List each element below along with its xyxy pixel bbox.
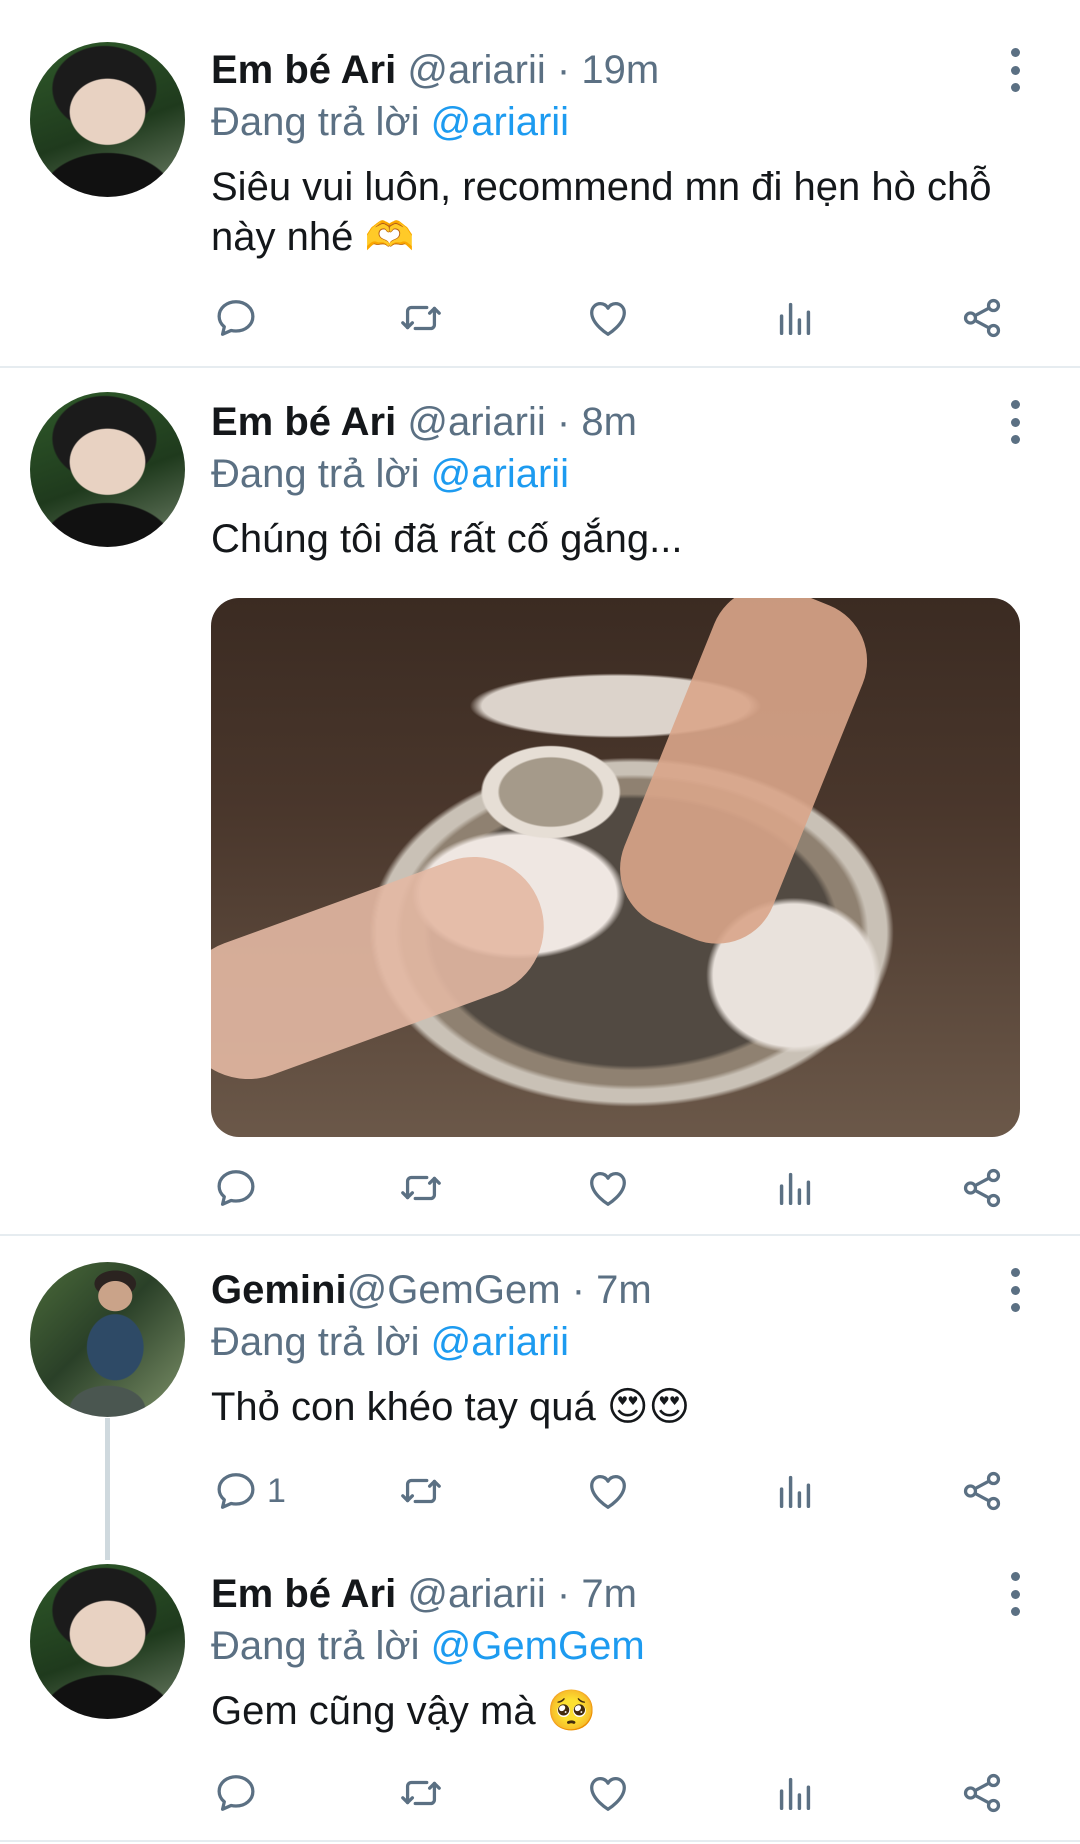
replying-label: Đang trả lời xyxy=(211,1320,420,1364)
share-button[interactable] xyxy=(959,1163,1005,1213)
tweet-actions: 1 xyxy=(211,1466,1011,1516)
user-handle[interactable]: @GemGem xyxy=(347,1268,561,1312)
replying-to: Đang trả lời @ariarii xyxy=(211,98,569,146)
timestamp[interactable]: 7m xyxy=(596,1268,652,1312)
share-button[interactable] xyxy=(959,293,1005,343)
tweet-text: Siêu vui luôn, recommend mn đi hẹn hò ch… xyxy=(211,165,992,259)
replying-to: Đang trả lời @GemGem xyxy=(211,1622,645,1670)
tweet-text: Chúng tôi đã rất cố gắng... xyxy=(211,517,683,561)
retweet-button[interactable] xyxy=(398,1466,444,1516)
tweet-header: Em bé Ari @ariarii · 8m xyxy=(211,398,637,446)
like-icon xyxy=(585,1770,631,1816)
share-icon xyxy=(959,1468,1005,1514)
display-name[interactable]: Gemini xyxy=(211,1268,347,1312)
timestamp[interactable]: 8m xyxy=(581,400,637,444)
divider xyxy=(0,1840,1080,1842)
tweet[interactable]: Em bé Ari @ariarii · 19m Đang trả lời @a… xyxy=(0,0,1080,366)
user-handle[interactable]: @ariarii xyxy=(407,48,545,92)
share-icon xyxy=(959,1770,1005,1816)
reply-icon xyxy=(213,1468,259,1514)
tweet-actions xyxy=(211,1768,1011,1818)
analytics-button[interactable] xyxy=(772,293,818,343)
separator-dot: · xyxy=(571,1268,586,1312)
like-button[interactable] xyxy=(585,1466,631,1516)
reply-button[interactable] xyxy=(213,1768,267,1818)
replying-to-mention[interactable]: @ariarii xyxy=(431,452,569,496)
tweet-actions xyxy=(211,293,1011,343)
replying-label: Đang trả lời xyxy=(211,452,420,496)
reply-count: 1 xyxy=(267,1471,286,1510)
like-icon xyxy=(585,295,631,341)
display-name[interactable]: Em bé Ari xyxy=(211,48,396,92)
more-icon[interactable] xyxy=(1006,400,1024,444)
more-icon[interactable] xyxy=(1006,48,1024,92)
replying-to-mention[interactable]: @GemGem xyxy=(431,1624,645,1668)
reply-button[interactable]: 1 xyxy=(213,1466,286,1516)
avatar[interactable] xyxy=(30,392,185,547)
avatar[interactable] xyxy=(30,42,185,197)
share-button[interactable] xyxy=(959,1466,1005,1516)
replying-to-mention[interactable]: @ariarii xyxy=(431,1320,569,1364)
replying-label: Đang trả lời xyxy=(211,1624,420,1668)
analytics-icon xyxy=(772,1165,818,1211)
retweet-icon xyxy=(398,1165,444,1211)
avatar[interactable] xyxy=(30,1564,185,1719)
reply-button[interactable] xyxy=(213,293,267,343)
like-icon xyxy=(585,1468,631,1514)
separator-dot: · xyxy=(556,48,571,92)
tweet[interactable]: Gemini@GemGem · 7m Đang trả lời @ariarii… xyxy=(0,1236,1080,1540)
like-icon xyxy=(585,1165,631,1211)
user-handle[interactable]: @ariarii xyxy=(407,400,545,444)
like-button[interactable] xyxy=(585,1163,631,1213)
display-name[interactable]: Em bé Ari xyxy=(211,1572,396,1616)
analytics-icon xyxy=(772,1468,818,1514)
analytics-icon xyxy=(772,295,818,341)
analytics-button[interactable] xyxy=(772,1163,818,1213)
retweet-icon xyxy=(398,1770,444,1816)
retweet-icon xyxy=(398,295,444,341)
reply-icon xyxy=(213,1770,259,1816)
retweet-button[interactable] xyxy=(398,293,444,343)
tweet-text: Gem cũng vậy mà 🥺 xyxy=(211,1689,597,1733)
user-handle[interactable]: @ariarii xyxy=(407,1572,545,1616)
replying-to-mention[interactable]: @ariarii xyxy=(431,100,569,144)
reply-icon xyxy=(213,295,259,341)
more-icon[interactable] xyxy=(1006,1572,1024,1616)
share-icon xyxy=(959,1165,1005,1211)
photo-arm-shape xyxy=(211,837,564,1099)
photo-arm-shape xyxy=(601,598,886,962)
reply-icon xyxy=(213,1165,259,1211)
like-button[interactable] xyxy=(585,1768,631,1818)
display-name[interactable]: Em bé Ari xyxy=(211,400,396,444)
tweet-header: Gemini@GemGem · 7m xyxy=(211,1266,652,1314)
replying-to: Đang trả lời @ariarii xyxy=(211,450,569,498)
tweet-header: Em bé Ari @ariarii · 7m xyxy=(211,1570,637,1618)
separator-dot: · xyxy=(556,1572,571,1616)
timestamp[interactable]: 7m xyxy=(581,1572,637,1616)
tweet-header: Em bé Ari @ariarii · 19m xyxy=(211,46,659,94)
share-button[interactable] xyxy=(959,1768,1005,1818)
tweet-text: Thỏ con khéo tay quá 😍😍 xyxy=(211,1385,691,1429)
replying-label: Đang trả lời xyxy=(211,100,420,144)
retweet-button[interactable] xyxy=(398,1768,444,1818)
analytics-icon xyxy=(772,1770,818,1816)
tweet-actions xyxy=(211,1163,1011,1213)
avatar[interactable] xyxy=(30,1262,185,1417)
tweet[interactable]: Em bé Ari @ariarii · 7m Đang trả lời @Ge… xyxy=(0,1540,1080,1840)
analytics-button[interactable] xyxy=(772,1768,818,1818)
tweet-media-photo[interactable] xyxy=(211,598,1020,1137)
analytics-button[interactable] xyxy=(772,1466,818,1516)
retweet-icon xyxy=(398,1468,444,1514)
like-button[interactable] xyxy=(585,293,631,343)
share-icon xyxy=(959,295,1005,341)
separator-dot: · xyxy=(556,400,571,444)
tweet[interactable]: Em bé Ari @ariarii · 8m Đang trả lời @ar… xyxy=(0,368,1080,1234)
more-icon[interactable] xyxy=(1006,1268,1024,1312)
retweet-button[interactable] xyxy=(398,1163,444,1213)
replying-to: Đang trả lời @ariarii xyxy=(211,1318,569,1366)
timestamp[interactable]: 19m xyxy=(581,48,659,92)
reply-button[interactable] xyxy=(213,1163,267,1213)
